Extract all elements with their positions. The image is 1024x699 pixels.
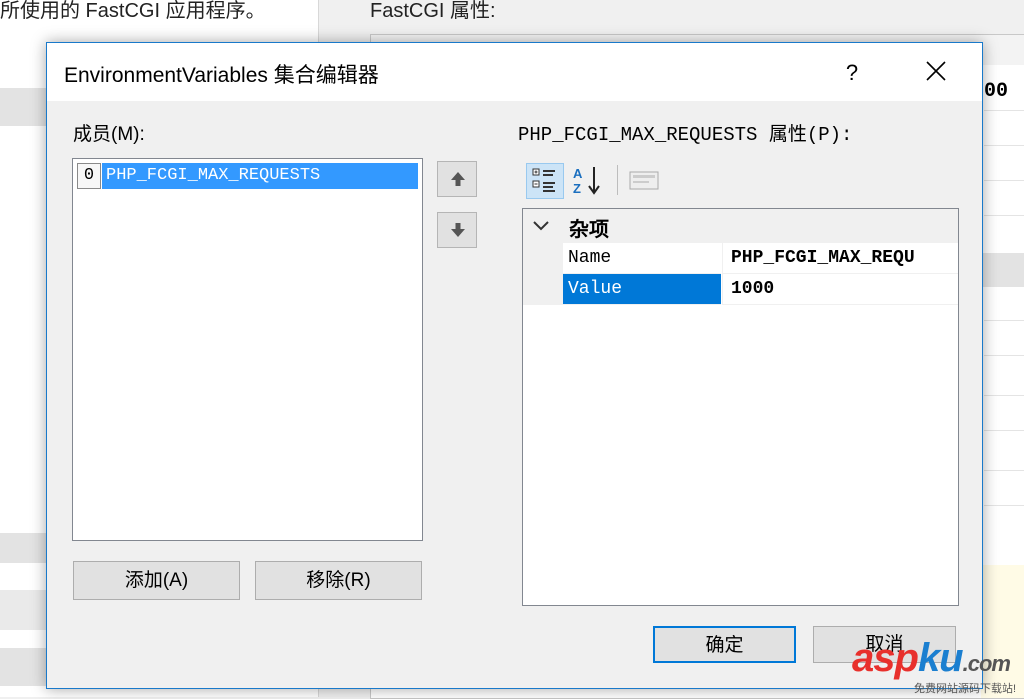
alphabetical-button[interactable]: A Z (570, 163, 608, 199)
watermark-subtitle: 免费网站源码下载站! (914, 683, 1017, 695)
property-pages-icon (629, 171, 659, 190)
property-row[interactable]: Value 1000 (523, 274, 958, 305)
row-gutter (523, 274, 563, 305)
categorized-view-icon (532, 168, 555, 192)
remove-button[interactable]: 移除(R) (255, 561, 422, 600)
background-grid-line (984, 215, 1024, 216)
member-index: 0 (77, 163, 101, 189)
close-icon (926, 61, 946, 81)
background-value-fragment: 00 (984, 80, 1009, 103)
category-row[interactable]: 杂项 (523, 209, 958, 243)
background-grid-line (984, 180, 1024, 181)
member-name: PHP_FCGI_MAX_REQUESTS (102, 163, 418, 189)
property-pages-button[interactable] (626, 163, 664, 199)
list-item[interactable]: 0 PHP_FCGI_MAX_REQUESTS (77, 163, 418, 189)
watermark-logo: aspku.com 免费网站源码下载站! (852, 636, 1024, 697)
collection-editor-dialog: EnvironmentVariables 集合编辑器 ? 成员(M): 0 PH… (46, 42, 983, 689)
background-grid-line (984, 355, 1024, 356)
property-name[interactable]: Value (563, 274, 721, 305)
background-grid-line (984, 470, 1024, 471)
background-description: 所使用的 FastCGI 应用程序。 (0, 0, 266, 22)
chevron-down-icon[interactable] (531, 217, 551, 235)
move-up-button[interactable] (437, 161, 477, 197)
background-grid-line (984, 145, 1024, 146)
property-grid-toolbar: A Z (520, 161, 970, 203)
category-label: 杂项 (569, 219, 609, 241)
row-gutter (523, 243, 563, 274)
property-value[interactable]: PHP_FCGI_MAX_REQU (722, 243, 958, 274)
svg-text:Z: Z (573, 181, 581, 196)
property-grid[interactable]: 杂项 Name PHP_FCGI_MAX_REQU Value 1000 (522, 208, 959, 606)
move-down-button[interactable] (437, 212, 477, 248)
sort-az-icon: A Z (573, 166, 600, 196)
dialog-title: EnvironmentVariables 集合编辑器 (64, 64, 379, 87)
members-label: 成员(M): (73, 124, 145, 145)
categorized-button[interactable] (526, 163, 564, 199)
background-grid-line (984, 430, 1024, 431)
background-section-title: FastCGI 属性: (370, 0, 496, 22)
toolbar-separator (617, 165, 618, 195)
add-button[interactable]: 添加(A) (73, 561, 240, 600)
arrow-up-icon (451, 172, 465, 186)
title-bar[interactable]: EnvironmentVariables 集合编辑器 ? (47, 43, 982, 101)
watermark-text: aspku.com (852, 636, 1011, 680)
arrow-down-icon (451, 223, 465, 237)
close-button[interactable] (913, 51, 959, 91)
members-list[interactable]: 0 PHP_FCGI_MAX_REQUESTS (72, 158, 423, 541)
background-grid-line (984, 320, 1024, 321)
property-row[interactable]: Name PHP_FCGI_MAX_REQU (523, 243, 958, 274)
svg-text:A: A (573, 166, 583, 181)
property-name[interactable]: Name (563, 243, 721, 274)
ok-button[interactable]: 确定 (653, 626, 796, 663)
background-grid-line (984, 110, 1024, 111)
properties-label: PHP_FCGI_MAX_REQUESTS 属性(P): (518, 124, 853, 146)
property-value[interactable]: 1000 (722, 274, 958, 305)
background-grid-line (984, 395, 1024, 396)
help-button[interactable]: ? (829, 53, 875, 93)
background-grid-line (984, 505, 1024, 506)
